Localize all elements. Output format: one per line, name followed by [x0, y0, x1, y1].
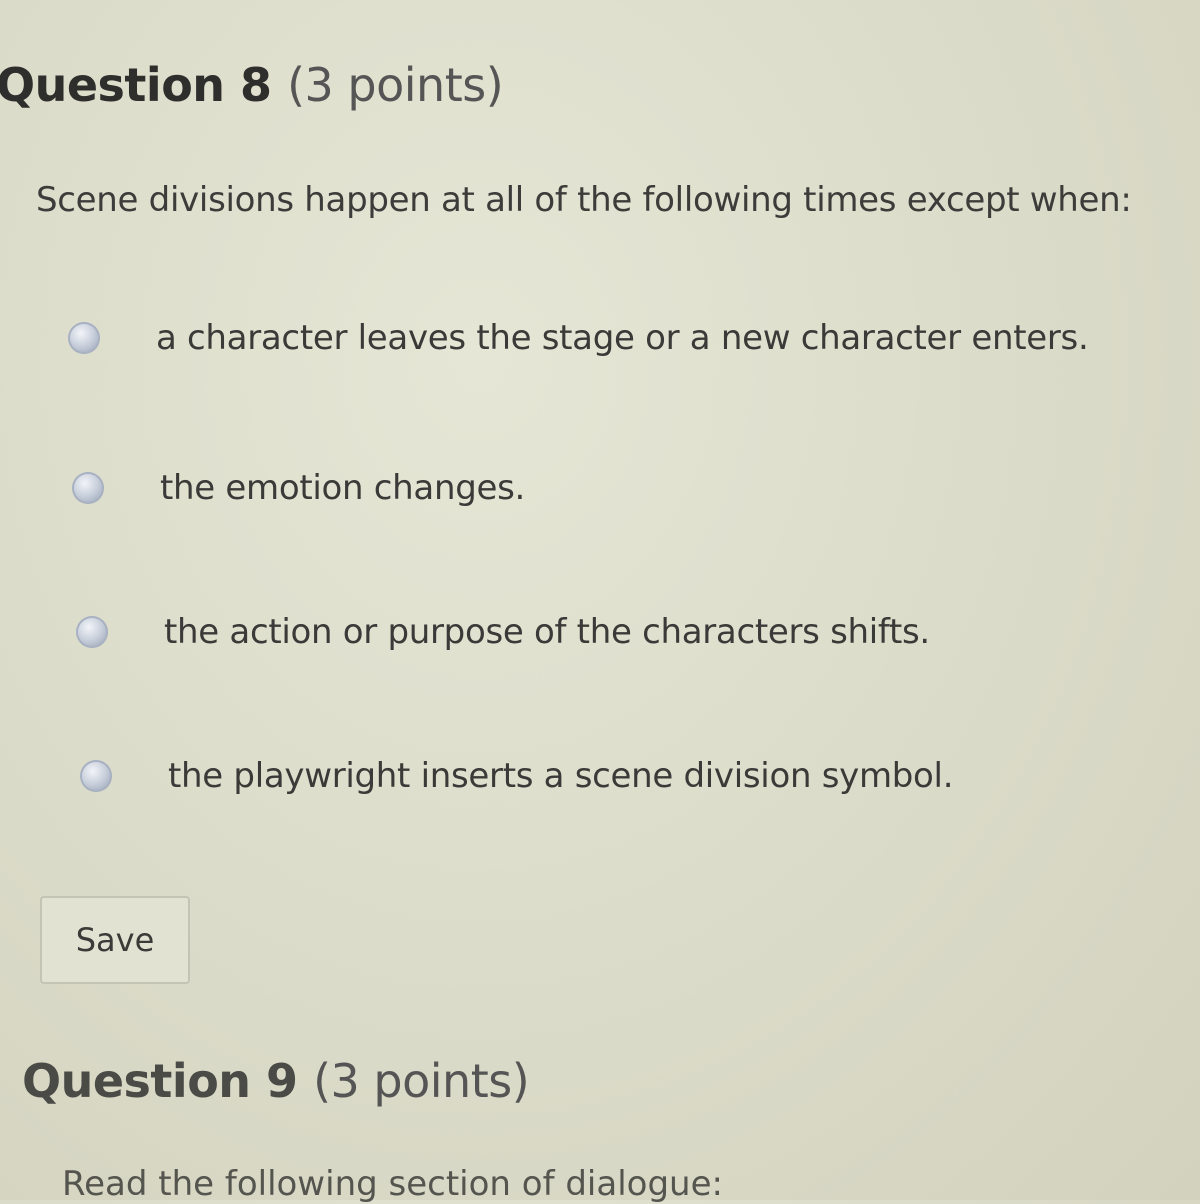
question-9-title: Question 9 [22, 1054, 298, 1108]
question-8-prompt: Scene divisions happen at all of the fol… [36, 180, 1132, 220]
answer-option-4[interactable]: the playwright inserts a scene division … [80, 756, 954, 796]
save-button[interactable]: Save [40, 896, 190, 984]
radio-button-3[interactable] [76, 616, 108, 648]
answer-option-3[interactable]: the action or purpose of the characters … [76, 612, 930, 652]
answer-option-2[interactable]: the emotion changes. [72, 468, 525, 508]
question-9-heading: Question 9 (3 points) [22, 1054, 530, 1108]
question-8-heading: Question 8 (3 points) [0, 58, 504, 112]
answer-option-3-label[interactable]: the action or purpose of the characters … [164, 612, 930, 652]
radio-button-1[interactable] [68, 322, 100, 354]
answer-option-4-label[interactable]: the playwright inserts a scene division … [168, 756, 954, 796]
answer-option-1[interactable]: a character leaves the stage or a new ch… [68, 318, 1089, 358]
radio-button-2[interactable] [72, 472, 104, 504]
question-9-points: (3 points) [313, 1054, 530, 1108]
question-8-points: (3 points) [287, 58, 504, 112]
question-8-title: Question 8 [0, 58, 272, 112]
radio-button-4[interactable] [80, 760, 112, 792]
question-9-prompt: Read the following section of dialogue: [62, 1164, 723, 1204]
answer-option-2-label[interactable]: the emotion changes. [160, 468, 525, 508]
answer-option-1-label[interactable]: a character leaves the stage or a new ch… [156, 318, 1089, 358]
